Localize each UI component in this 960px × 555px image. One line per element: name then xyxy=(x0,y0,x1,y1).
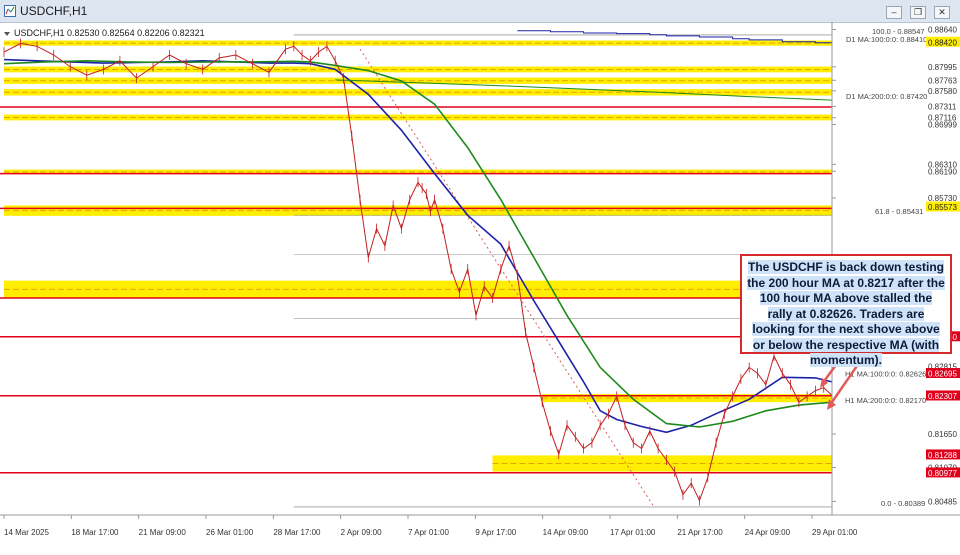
price-tick-label: 0.88420 xyxy=(928,38,957,47)
time-tick-label: 24 Apr 09:00 xyxy=(745,528,791,537)
price-tick-label: 0.81650 xyxy=(928,430,957,439)
close-button[interactable]: ✕ xyxy=(934,6,950,19)
price-line xyxy=(4,43,832,500)
time-tick-label: 28 Mar 17:00 xyxy=(273,528,321,537)
time-tick-label: 2 Apr 09:00 xyxy=(341,528,382,537)
level-annotation: H1 MA:200:0:0: 0.82170 xyxy=(845,396,926,405)
time-tick-label: 18 Mar 17:00 xyxy=(71,528,119,537)
price-tick-label: 0.85573 xyxy=(928,203,957,212)
level-annotation: 61.8 - 0.85431 xyxy=(875,207,923,216)
analysis-callout: The USDCHF is back down testing the 200 … xyxy=(740,254,952,354)
time-tick-label: 26 Mar 01:00 xyxy=(206,528,254,537)
chart-window-icon xyxy=(4,5,16,17)
price-tick-label: 0.82307 xyxy=(928,392,957,401)
price-tick-label: 0.88640 xyxy=(928,26,957,35)
support-resistance-zones xyxy=(4,41,832,472)
time-tick-label: 7 Apr 01:00 xyxy=(408,528,449,537)
time-tick-label: 21 Apr 17:00 xyxy=(677,528,723,537)
window-titlebar: USDCHF,H1 – ❐ ✕ xyxy=(0,0,960,23)
time-tick-label: 21 Mar 09:00 xyxy=(139,528,187,537)
price-tick-label: 0.87995 xyxy=(928,63,957,72)
time-tick-label: 14 Mar 2025 xyxy=(4,528,49,537)
time-tick-label: 9 Apr 17:00 xyxy=(475,528,516,537)
time-tick-label: 29 Apr 01:00 xyxy=(812,528,858,537)
time-tick-label: 14 Apr 09:00 xyxy=(543,528,589,537)
window-title: USDCHF,H1 xyxy=(20,4,87,18)
price-tick-label: 0.81288 xyxy=(928,451,957,460)
level-annotation: D1 MA:100:0:0: 0.88410 xyxy=(846,35,927,44)
price-tick-label: 0.80977 xyxy=(928,469,957,478)
callout-text: The USDCHF is back down testing the 200 … xyxy=(747,260,945,367)
price-chart[interactable]: 100.0 - 0.88547D1 MA:100:0:0: 0.88410D1 … xyxy=(0,22,960,550)
header-dropdown-icon xyxy=(4,32,10,36)
price-tick-label: 0.87580 xyxy=(928,87,957,96)
minimize-button[interactable]: – xyxy=(886,6,902,19)
level-annotation: H1 MA:100:0:0: 0.82626 xyxy=(845,370,926,379)
price-tick-label: 0.80485 xyxy=(928,497,957,506)
chart-window: USDCHF,H1 – ❐ ✕ 100.0 - 0.88547D1 MA:100… xyxy=(0,0,960,550)
time-tick-label: 17 Apr 01:00 xyxy=(610,528,656,537)
price-tick-label: 0.86999 xyxy=(928,120,957,129)
price-tick-label: 0.87763 xyxy=(928,76,957,85)
chart-series xyxy=(4,31,832,506)
restore-button[interactable]: ❐ xyxy=(910,6,926,19)
level-annotation: D1 MA:200:0:0: 0.87420 xyxy=(846,92,927,101)
price-tick-label: 0.86190 xyxy=(928,167,957,176)
level-annotation: 0.0 - 0.80389 xyxy=(881,499,925,508)
time-axis: 14 Mar 2025 18 Mar 17:00 21 Mar 09:00 26 Ma… xyxy=(0,515,960,537)
chart-header: USDCHF,H1 0.82530 0.82564 0.82206 0.8232… xyxy=(14,28,205,38)
price-tick-label: 0.87311 xyxy=(928,102,957,111)
price-tick-label: 0.82695 xyxy=(928,370,957,379)
